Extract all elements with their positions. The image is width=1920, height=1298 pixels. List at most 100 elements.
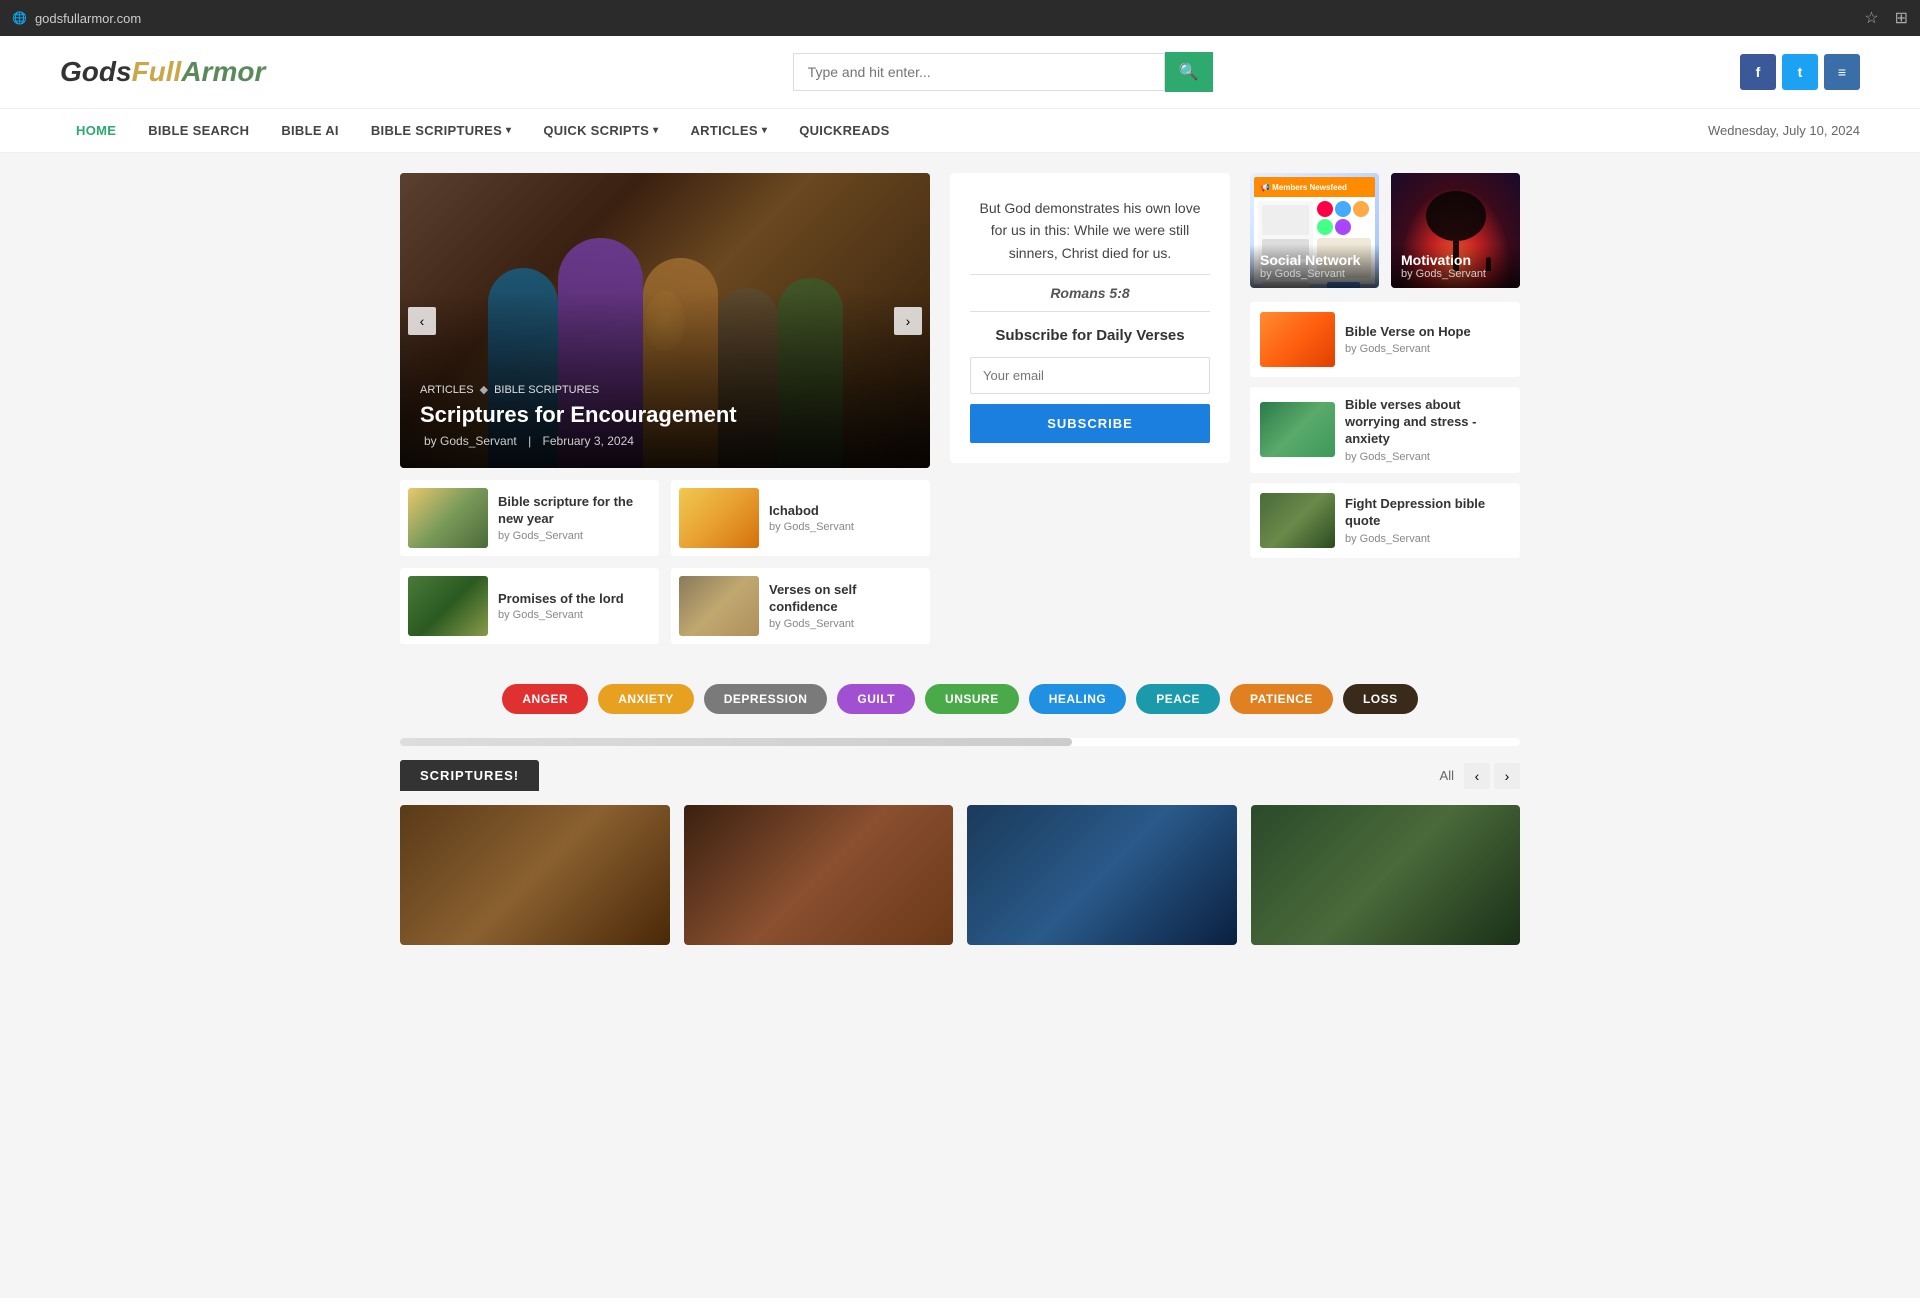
- site-logo[interactable]: GodsFullArmor: [60, 56, 265, 88]
- logo-full: Full: [132, 56, 182, 87]
- browser-chrome: 🌐 godsfullarmor.com ☆ ⊞: [0, 0, 1920, 36]
- breadcrumb-scriptures: BIBLE SCRIPTURES: [494, 384, 599, 396]
- twitter-button[interactable]: t: [1782, 54, 1818, 90]
- list-item[interactable]: Promises of the lord by Gods_Servant: [400, 568, 659, 644]
- middle-col: But God demonstrates his own love for us…: [950, 173, 1230, 644]
- subscribe-button[interactable]: SUBSCRIBE: [970, 404, 1210, 443]
- carousel-image: ARTICLES ◆ BIBLE SCRIPTURES Scriptures f…: [400, 173, 930, 468]
- card-title: Promises of the lord: [498, 591, 624, 608]
- section-next-button[interactable]: ›: [1494, 763, 1520, 789]
- card-author: by Gods_Servant: [769, 618, 922, 630]
- card-info: Promises of the lord by Gods_Servant: [498, 591, 624, 622]
- list-item[interactable]: [1251, 805, 1521, 945]
- extensions-icon[interactable]: ⊞: [1895, 8, 1908, 28]
- person-avatar: [1335, 201, 1351, 217]
- section-title: SCRIPTURES!: [400, 760, 539, 791]
- article-author: by Gods_Servant: [1345, 533, 1510, 545]
- card-image: [967, 805, 1237, 945]
- top-section: ARTICLES ◆ BIBLE SCRIPTURES Scriptures f…: [400, 173, 1520, 644]
- list-item[interactable]: [400, 805, 670, 945]
- social-buttons: f t ≡: [1740, 54, 1860, 90]
- featured-card-motivation[interactable]: Motivation by Gods_Servant: [1391, 173, 1520, 288]
- carousel-prev-button[interactable]: ‹: [408, 307, 436, 335]
- list-item[interactable]: Bible verses about worrying and stress -…: [1250, 387, 1520, 473]
- nav-item-articles[interactable]: ARTICLES ▾: [674, 109, 783, 152]
- list-item[interactable]: Ichabod by Gods_Servant: [671, 480, 930, 556]
- card-info: Bible scripture for the new year by Gods…: [498, 494, 651, 542]
- subscribe-title: Subscribe for Daily Verses: [970, 326, 1210, 345]
- card-thumbnail: [679, 576, 759, 636]
- tag-peace[interactable]: PEACE: [1136, 684, 1220, 714]
- card-title: Bible scripture for the new year: [498, 494, 651, 528]
- list-item[interactable]: Fight Depression bible quote by Gods_Ser…: [1250, 483, 1520, 558]
- list-item[interactable]: [967, 805, 1237, 945]
- address-bar[interactable]: godsfullarmor.com: [35, 11, 1856, 26]
- article-author: by Gods_Servant: [1345, 451, 1510, 463]
- chevron-down-icon: ▾: [506, 125, 511, 136]
- carousel-overlay-text: ARTICLES ◆ BIBLE SCRIPTURES Scriptures f…: [400, 363, 930, 468]
- card-image: [400, 805, 670, 945]
- article-thumbnail: [1260, 312, 1335, 367]
- diamond-separator: ◆: [480, 383, 488, 396]
- bottom-cards-grid: [400, 805, 1520, 945]
- tag-patience[interactable]: PATIENCE: [1230, 684, 1333, 714]
- article-info: Bible Verse on Hope by Gods_Servant: [1345, 324, 1471, 356]
- search-input[interactable]: [793, 53, 1165, 91]
- verse-text: But God demonstrates his own love for us…: [970, 197, 1210, 264]
- article-title: Fight Depression bible quote: [1345, 496, 1510, 530]
- social-card-author: by Gods_Servant: [1260, 268, 1369, 280]
- chevron-down-icon: ▾: [653, 125, 658, 136]
- tag-healing[interactable]: HEALING: [1029, 684, 1127, 714]
- chevron-down-icon: ▾: [762, 125, 767, 136]
- facebook-button[interactable]: f: [1740, 54, 1776, 90]
- nav-item-quickreads[interactable]: QUICKREADS: [783, 109, 905, 152]
- list-item[interactable]: Verses on self confidence by Gods_Servan…: [671, 568, 930, 644]
- motivation-card-overlay: Motivation by Gods_Servant: [1391, 244, 1520, 288]
- nav-date: Wednesday, July 10, 2024: [1708, 123, 1860, 138]
- carousel-author: by Gods_Servant: [424, 434, 517, 448]
- article-info: Fight Depression bible quote by Gods_Ser…: [1345, 496, 1510, 545]
- carousel-breadcrumb: ARTICLES ◆ BIBLE SCRIPTURES: [420, 383, 910, 396]
- featured-card-social[interactable]: 📢 Members Newsfeed: [1250, 173, 1379, 288]
- main-content: ARTICLES ◆ BIBLE SCRIPTURES Scriptures f…: [380, 173, 1540, 945]
- meta-separator: |: [528, 434, 531, 448]
- carousel: ARTICLES ◆ BIBLE SCRIPTURES Scriptures f…: [400, 173, 930, 468]
- nav-links: HOME BIBLE SEARCH BIBLE AI BIBLE SCRIPTU…: [60, 109, 906, 152]
- tag-depression[interactable]: DEPRESSION: [704, 684, 828, 714]
- mock-header-bar: 📢 Members Newsfeed: [1254, 177, 1375, 197]
- mock-people: [1317, 201, 1372, 235]
- tag-anger[interactable]: ANGER: [502, 684, 588, 714]
- article-info: Bible verses about worrying and stress -…: [1345, 397, 1510, 463]
- section-nav: All ‹ ›: [1440, 763, 1520, 789]
- list-item[interactable]: Bible scripture for the new year by Gods…: [400, 480, 659, 556]
- search-bar: 🔍: [793, 52, 1213, 92]
- bookmark-icon[interactable]: ☆: [1864, 8, 1878, 28]
- progress-bar-fill: [400, 738, 1072, 746]
- right-col: 📢 Members Newsfeed: [1250, 173, 1520, 644]
- nav-item-bible-ai[interactable]: BIBLE AI: [265, 109, 355, 152]
- tag-unsure[interactable]: UNSURE: [925, 684, 1019, 714]
- divider: [970, 311, 1210, 312]
- tag-loss[interactable]: LOSS: [1343, 684, 1418, 714]
- carousel-next-button[interactable]: ›: [894, 307, 922, 335]
- list-item[interactable]: Bible Verse on Hope by Gods_Servant: [1250, 302, 1520, 377]
- motivation-card-author: by Gods_Servant: [1401, 268, 1510, 280]
- nav-item-home[interactable]: HOME: [60, 109, 132, 152]
- section-prev-button[interactable]: ‹: [1464, 763, 1490, 789]
- menu-button[interactable]: ≡: [1824, 54, 1860, 90]
- email-input[interactable]: [970, 357, 1210, 394]
- nav-item-quick-scripts[interactable]: QUICK SCRIPTS ▾: [527, 109, 674, 152]
- progress-bar: [400, 738, 1520, 746]
- scriptures-section: SCRIPTURES! All ‹ ›: [400, 760, 1520, 945]
- nav-item-bible-search[interactable]: BIBLE SEARCH: [132, 109, 265, 152]
- section-all-link[interactable]: All: [1440, 768, 1454, 783]
- list-item[interactable]: [684, 805, 954, 945]
- social-card-overlay: Social Network by Gods_Servant: [1250, 244, 1379, 288]
- tag-guilt[interactable]: GUILT: [837, 684, 915, 714]
- article-thumbnail: [1260, 402, 1335, 457]
- search-button[interactable]: 🔍: [1165, 52, 1213, 92]
- tag-anxiety[interactable]: ANXIETY: [598, 684, 694, 714]
- favicon-icon: 🌐: [12, 11, 27, 25]
- nav-item-bible-scriptures[interactable]: BIBLE SCRIPTURES ▾: [355, 109, 528, 152]
- person-avatar: [1317, 201, 1333, 217]
